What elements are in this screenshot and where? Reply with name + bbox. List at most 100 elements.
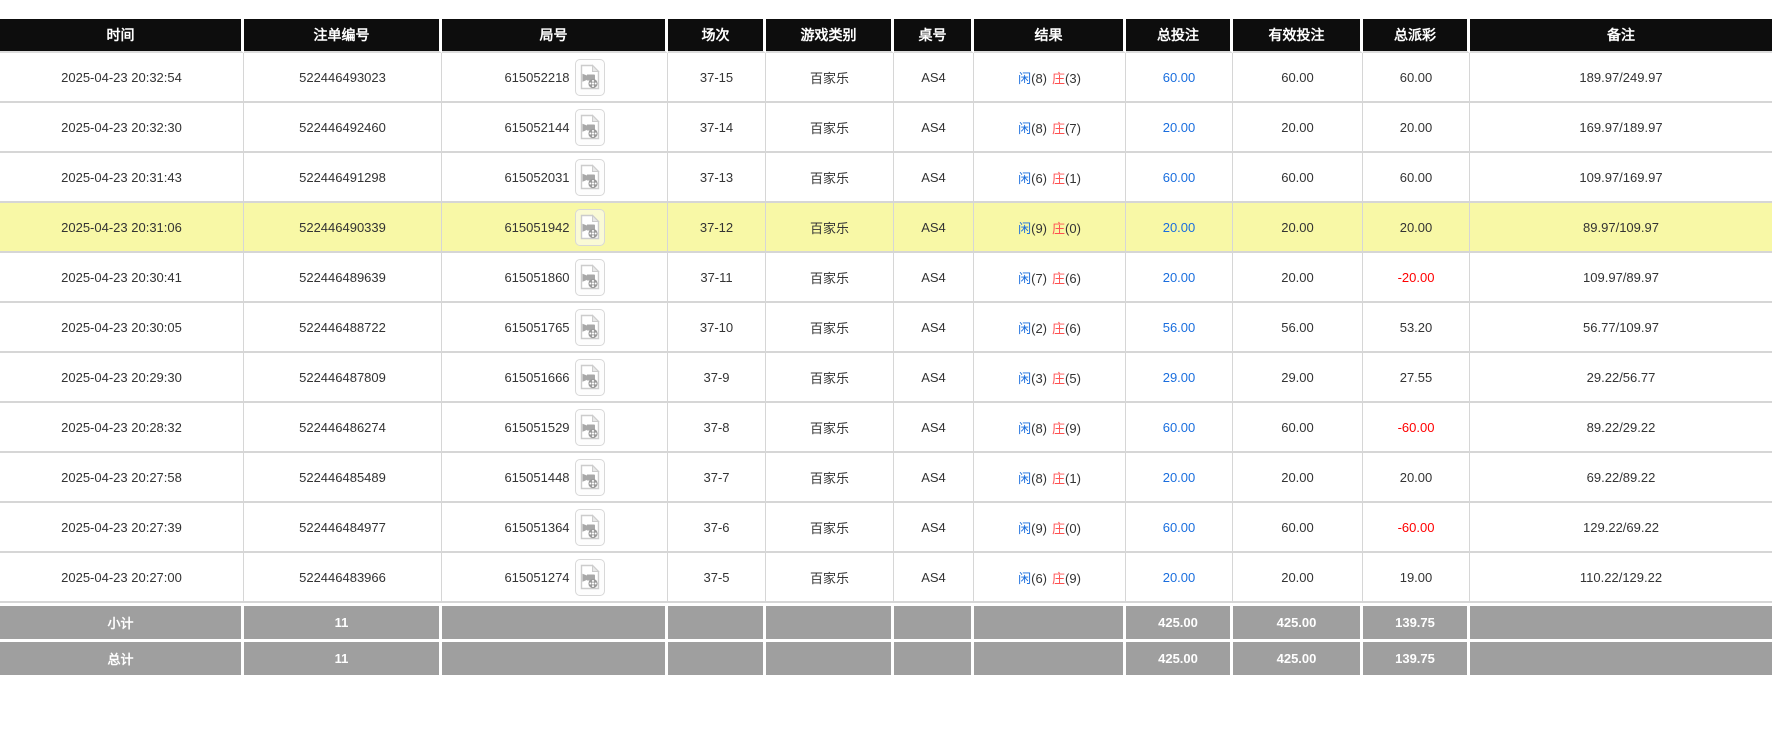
result-banker-label: 庄 bbox=[1052, 220, 1066, 236]
row-remark: 109.97/89.97 bbox=[1470, 253, 1772, 303]
table-row[interactable]: 2025-04-23 20:27:58 522446485489 6150514… bbox=[0, 453, 1772, 503]
result-banker-score: (6) bbox=[1065, 320, 1081, 336]
result-player-score: (8) bbox=[1031, 420, 1047, 436]
video-file-icon bbox=[580, 264, 600, 290]
row-round-no: 615052218 bbox=[504, 69, 570, 85]
row-round-cell: 615051860 bbox=[442, 253, 668, 303]
total-valid-bet: 425.00 bbox=[1233, 639, 1363, 675]
row-time: 2025-04-23 20:29:30 bbox=[0, 353, 244, 403]
table-row[interactable]: 2025-04-23 20:32:30 522446492460 6150521… bbox=[0, 103, 1772, 153]
subtotal-empty-session bbox=[668, 603, 766, 639]
row-game-type: 百家乐 bbox=[766, 53, 894, 103]
total-total-bet: 425.00 bbox=[1126, 639, 1233, 675]
result-player-score: (3) bbox=[1031, 370, 1047, 386]
table-row[interactable]: 2025-04-23 20:27:00 522446483966 6150512… bbox=[0, 553, 1772, 603]
result-player-label: 闲 bbox=[1018, 570, 1032, 586]
row-result: 闲(8) 庄(7) bbox=[974, 103, 1126, 153]
subtotal-empty-round bbox=[442, 603, 668, 639]
video-replay-button[interactable] bbox=[574, 108, 605, 146]
bet-history-table: 时间 注单编号 局号 场次 游戏类别 桌号 结果 总投注 有效投注 总派彩 备注… bbox=[0, 19, 1772, 675]
video-replay-button[interactable] bbox=[574, 458, 605, 496]
row-table-no: AS4 bbox=[894, 53, 974, 103]
video-replay-button[interactable] bbox=[574, 408, 605, 446]
table-row[interactable]: 2025-04-23 20:32:54 522446493023 6150522… bbox=[0, 53, 1772, 103]
row-round-no: 615051364 bbox=[504, 519, 570, 535]
row-valid-bet: 29.00 bbox=[1233, 353, 1363, 403]
result-player-label: 闲 bbox=[1018, 120, 1032, 136]
row-session: 37-6 bbox=[668, 503, 766, 553]
total-count: 11 bbox=[244, 639, 442, 675]
bet-history-table-wrap: 时间 注单编号 局号 场次 游戏类别 桌号 结果 总投注 有效投注 总派彩 备注… bbox=[0, 0, 1772, 675]
col-header-bet-no: 注单编号 bbox=[244, 19, 442, 53]
row-game-type: 百家乐 bbox=[766, 303, 894, 353]
row-valid-bet: 60.00 bbox=[1233, 503, 1363, 553]
row-remark: 89.22/29.22 bbox=[1470, 403, 1772, 453]
row-time: 2025-04-23 20:30:41 bbox=[0, 253, 244, 303]
row-bet-no: 522446489639 bbox=[244, 253, 442, 303]
row-round-cell: 615051942 bbox=[442, 203, 668, 253]
row-session: 37-15 bbox=[668, 53, 766, 103]
col-header-payout: 总派彩 bbox=[1363, 19, 1470, 53]
row-time: 2025-04-23 20:27:39 bbox=[0, 503, 244, 553]
result-player-label: 闲 bbox=[1018, 520, 1032, 536]
row-remark: 129.22/69.22 bbox=[1470, 503, 1772, 553]
row-payout: 20.00 bbox=[1363, 453, 1470, 503]
row-payout: 53.20 bbox=[1363, 303, 1470, 353]
subtotal-empty-result bbox=[974, 603, 1126, 639]
result-player-score: (2) bbox=[1031, 320, 1047, 336]
col-header-session: 场次 bbox=[668, 19, 766, 53]
video-file-icon bbox=[580, 414, 600, 440]
row-total-bet: 60.00 bbox=[1126, 53, 1233, 103]
video-file-icon bbox=[580, 464, 600, 490]
subtotal-empty-table bbox=[894, 603, 974, 639]
video-replay-button[interactable] bbox=[574, 558, 605, 596]
table-row[interactable]: 2025-04-23 20:30:05 522446488722 6150517… bbox=[0, 303, 1772, 353]
total-empty-table bbox=[894, 639, 974, 675]
row-remark: 110.22/129.22 bbox=[1470, 553, 1772, 603]
row-round-no: 615051274 bbox=[504, 569, 570, 585]
video-replay-button[interactable] bbox=[574, 258, 605, 296]
row-table-no: AS4 bbox=[894, 553, 974, 603]
table-row[interactable]: 2025-04-23 20:31:43 522446491298 6150520… bbox=[0, 153, 1772, 203]
result-player-label: 闲 bbox=[1018, 220, 1032, 236]
video-replay-button[interactable] bbox=[574, 508, 605, 546]
video-replay-button[interactable] bbox=[574, 158, 605, 196]
row-remark: 69.22/89.22 bbox=[1470, 453, 1772, 503]
row-session: 37-7 bbox=[668, 453, 766, 503]
table-row[interactable]: 2025-04-23 20:31:06 522446490339 6150519… bbox=[0, 203, 1772, 253]
row-bet-no: 522446484977 bbox=[244, 503, 442, 553]
row-total-bet: 20.00 bbox=[1126, 103, 1233, 153]
subtotal-row: 小计 11 425.00 425.00 139.75 bbox=[0, 603, 1772, 639]
table-row[interactable]: 2025-04-23 20:28:32 522446486274 6150515… bbox=[0, 403, 1772, 453]
row-round-cell: 615052218 bbox=[442, 53, 668, 103]
subtotal-empty-game bbox=[766, 603, 894, 639]
result-player-score: (8) bbox=[1031, 470, 1047, 486]
video-file-icon bbox=[580, 564, 600, 590]
video-file-icon bbox=[580, 214, 600, 240]
result-player-label: 闲 bbox=[1018, 70, 1032, 86]
row-total-bet: 20.00 bbox=[1126, 453, 1233, 503]
total-row: 总计 11 425.00 425.00 139.75 bbox=[0, 639, 1772, 675]
result-banker-label: 庄 bbox=[1052, 320, 1066, 336]
row-payout: -60.00 bbox=[1363, 403, 1470, 453]
result-player-score: (9) bbox=[1031, 520, 1047, 536]
video-replay-button[interactable] bbox=[574, 58, 605, 96]
row-game-type: 百家乐 bbox=[766, 253, 894, 303]
row-round-cell: 615052144 bbox=[442, 103, 668, 153]
row-time: 2025-04-23 20:27:58 bbox=[0, 453, 244, 503]
row-game-type: 百家乐 bbox=[766, 153, 894, 203]
row-valid-bet: 56.00 bbox=[1233, 303, 1363, 353]
row-bet-no: 522446493023 bbox=[244, 53, 442, 103]
result-banker-label: 庄 bbox=[1052, 120, 1066, 136]
video-replay-button[interactable] bbox=[574, 308, 605, 346]
row-round-cell: 615051529 bbox=[442, 403, 668, 453]
video-replay-button[interactable] bbox=[574, 208, 605, 246]
row-time: 2025-04-23 20:27:00 bbox=[0, 553, 244, 603]
row-result: 闲(6) 庄(1) bbox=[974, 153, 1126, 203]
table-row[interactable]: 2025-04-23 20:30:41 522446489639 6150518… bbox=[0, 253, 1772, 303]
row-session: 37-11 bbox=[668, 253, 766, 303]
result-banker-score: (0) bbox=[1065, 520, 1081, 536]
table-row[interactable]: 2025-04-23 20:29:30 522446487809 6150516… bbox=[0, 353, 1772, 403]
table-row[interactable]: 2025-04-23 20:27:39 522446484977 6150513… bbox=[0, 503, 1772, 553]
video-replay-button[interactable] bbox=[574, 358, 605, 396]
